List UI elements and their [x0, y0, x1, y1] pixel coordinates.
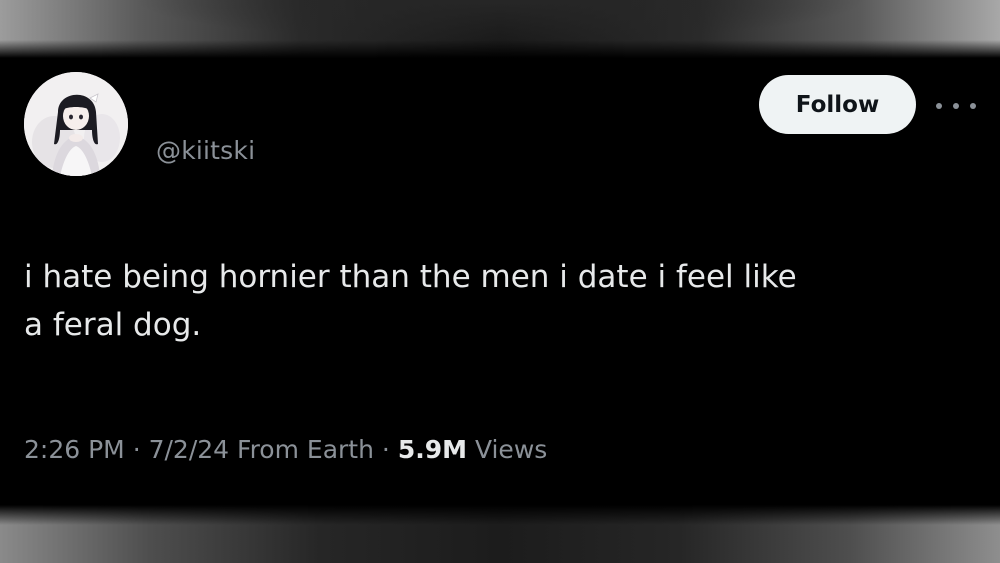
tweet-card: @kiitski Follow i hate being hornier tha… — [0, 58, 1000, 505]
blurred-bottom-border — [0, 505, 1000, 563]
views-label[interactable]: Views — [475, 435, 547, 464]
screenshot-frame: @kiitski Follow i hate being hornier tha… — [0, 0, 1000, 563]
tweet-metadata: 2:26 PM · 7/2/24 From Earth · 5.9M Views — [24, 435, 547, 464]
tweet-text: i hate being hornier than the men i date… — [24, 259, 797, 343]
tweet-date[interactable]: 7/2/24 — [149, 435, 229, 464]
tweet-source: From Earth — [237, 435, 374, 464]
avatar-image — [24, 72, 128, 176]
follow-button[interactable]: Follow — [759, 75, 916, 134]
more-dot-icon — [936, 103, 942, 109]
more-horizontal-icon[interactable] — [936, 96, 976, 116]
separator-dot: · — [381, 435, 390, 464]
tweet-time[interactable]: 2:26 PM — [24, 435, 125, 464]
user-handle[interactable]: @kiitski — [156, 136, 255, 165]
separator-dot: · — [132, 435, 141, 464]
blurred-top-border — [0, 0, 1000, 58]
avatar[interactable] — [24, 72, 128, 176]
more-dot-icon — [970, 103, 976, 109]
more-dot-icon — [953, 103, 959, 109]
views-count[interactable]: 5.9M — [398, 435, 467, 464]
